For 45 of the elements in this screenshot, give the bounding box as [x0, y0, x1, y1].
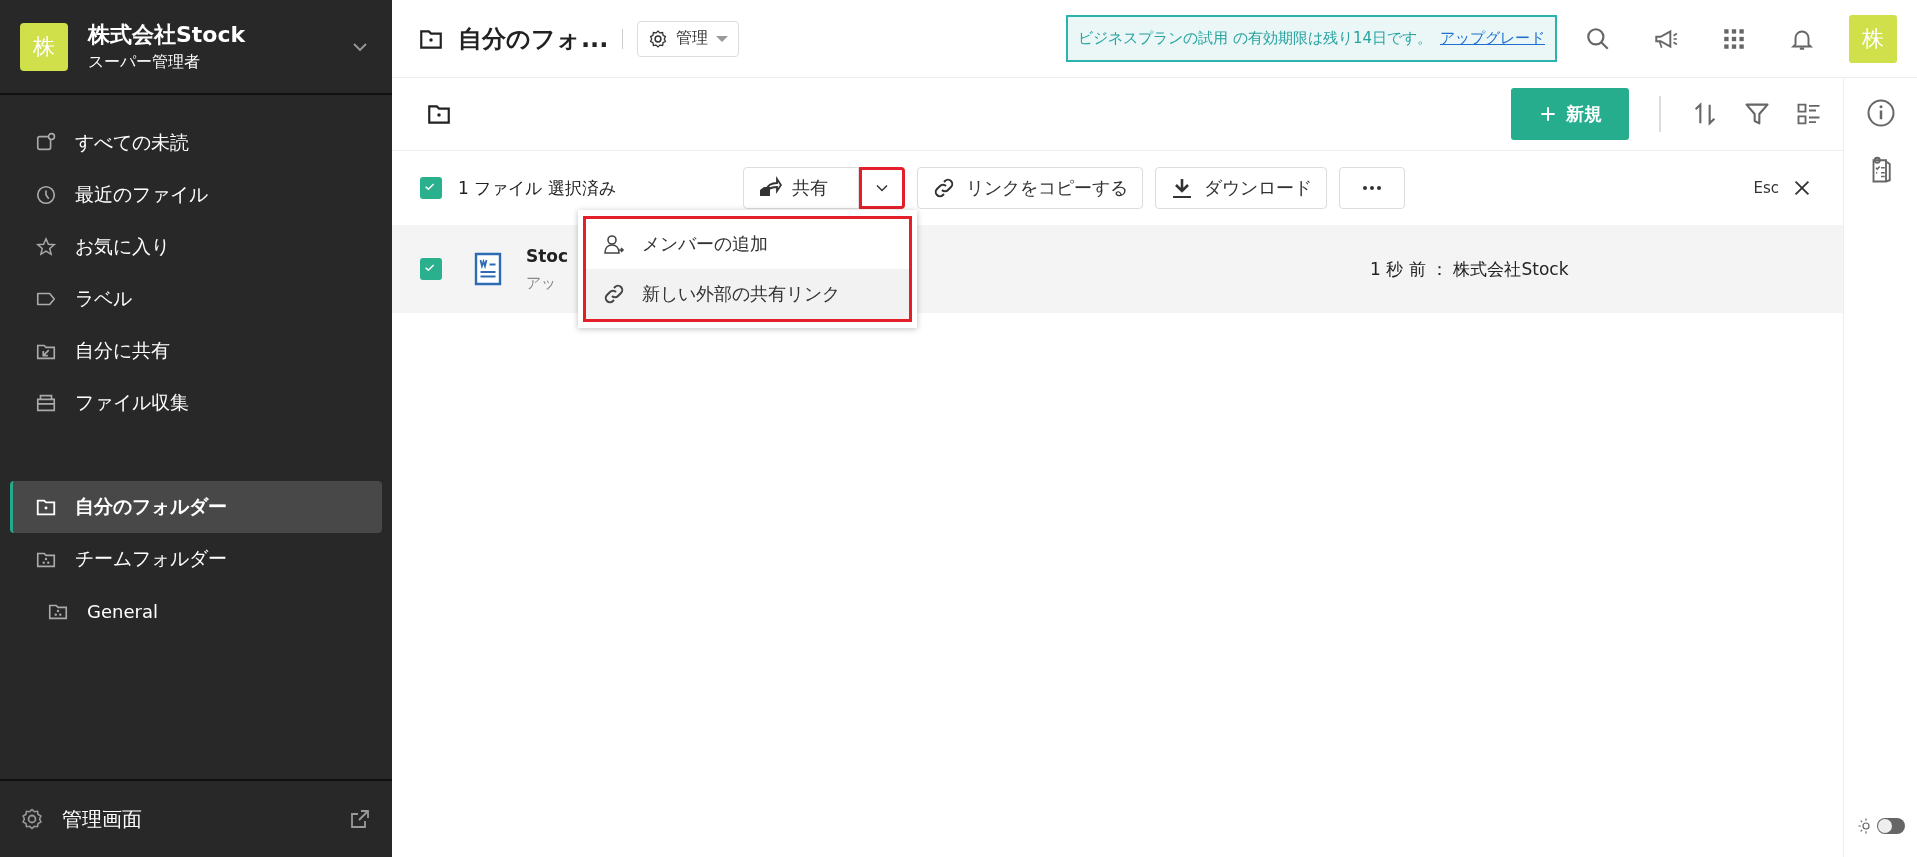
org-role: スーパー管理者 [88, 52, 201, 73]
more-icon [1362, 185, 1382, 191]
org-name: 株式会社Stock [88, 21, 247, 49]
sidebar-item[interactable]: 自分のフォルダー [10, 481, 382, 533]
file-name: Stoc [526, 245, 569, 266]
file-subtitle: アッ [526, 273, 556, 293]
link-icon [932, 176, 956, 200]
admin-link[interactable]: 管理画面 [0, 779, 392, 857]
sidebar-item[interactable]: チームフォルダー [10, 533, 382, 585]
copy-link-button[interactable]: リンクをコピーする [917, 167, 1143, 209]
sidebar-item[interactable]: お気に入り [10, 221, 382, 273]
external-link-icon [348, 807, 372, 831]
star-icon [35, 236, 57, 258]
caret-icon [716, 35, 729, 42]
link-icon [602, 282, 626, 306]
sidebar-item[interactable]: 自分に共有 [10, 325, 382, 377]
sidebar-item[interactable]: ラベル [10, 273, 382, 325]
download-button[interactable]: ダウンロード [1155, 167, 1327, 209]
trial-message: ビジネスプランの試用 の有効期限は残り14日です。 [1078, 29, 1432, 48]
close-selection-button[interactable]: Esc [1747, 176, 1819, 200]
sidebar-item[interactable]: ファイル収集 [10, 377, 382, 429]
select-all-checkbox[interactable] [420, 177, 442, 199]
page-title: 自分のフォ... [458, 23, 609, 55]
upgrade-link[interactable]: アップグレード [1440, 29, 1545, 48]
download-icon [1170, 176, 1194, 200]
selection-count: 1 ファイル 選択済み [458, 176, 617, 200]
admin-label: 管理画面 [62, 805, 143, 833]
sidebar-item[interactable]: 最近のファイル [10, 169, 382, 221]
add-person-icon [602, 232, 626, 256]
sidebar-item[interactable]: General [10, 585, 382, 637]
sidebar-item[interactable]: すべての未読 [10, 117, 382, 169]
file-checkbox[interactable] [420, 258, 442, 280]
search-icon[interactable] [1585, 25, 1611, 52]
share-dropdown-button[interactable] [859, 167, 905, 209]
file-modified: 1 秒 前 ： 株式会社Stock [1370, 257, 1569, 281]
info-icon[interactable] [1865, 98, 1896, 128]
manage-button[interactable]: 管理 [637, 20, 740, 57]
theme-toggle[interactable] [1856, 817, 1905, 835]
plus-icon [1538, 104, 1558, 124]
share-button[interactable]: 共有 [743, 167, 859, 209]
settings-icon [20, 807, 44, 831]
settings-icon [648, 28, 669, 49]
tray-icon [35, 392, 57, 414]
clock-icon [35, 184, 57, 206]
menu-item[interactable]: 新しい外部の共有リンク [586, 269, 909, 319]
